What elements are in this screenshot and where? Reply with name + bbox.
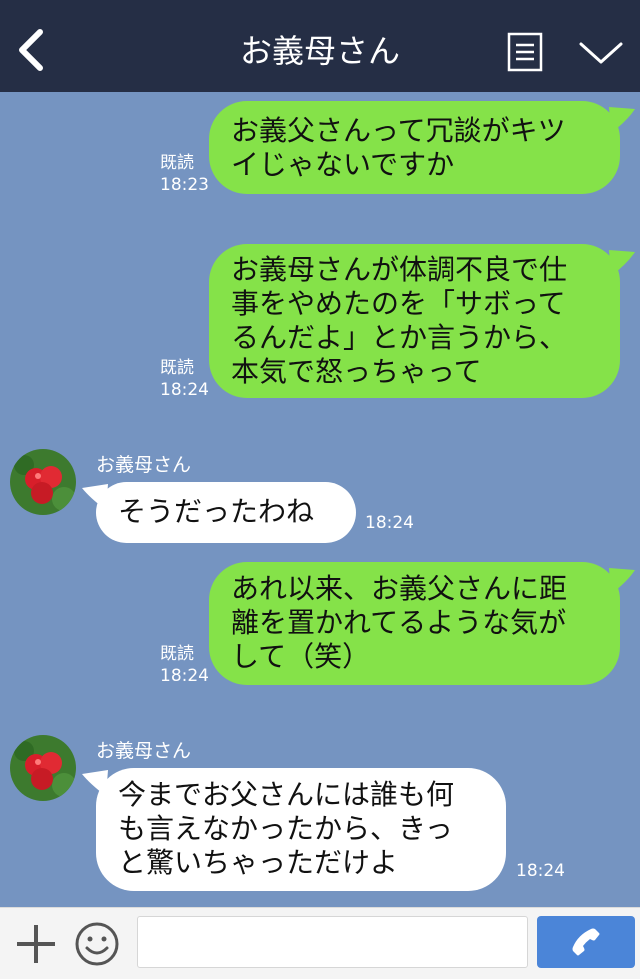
chat-header: お義母さん: [0, 0, 640, 92]
message-bubble[interactable]: お義母さんが体調不良で仕 事をやめたのを「サボって るんだよ」とか言うから、 本…: [209, 244, 620, 398]
plus-icon[interactable]: [14, 922, 58, 966]
avatar[interactable]: [10, 449, 76, 515]
message-time: 18:24: [516, 861, 565, 881]
menu-list-icon[interactable]: [507, 32, 543, 72]
sender-name: お義母さん: [96, 740, 192, 762]
avatar[interactable]: [10, 735, 76, 801]
message-bubble[interactable]: そうだったわね: [96, 482, 356, 543]
message-bubble[interactable]: あれ以来、お義父さんに距 離を置かれてるような気が して（笑）: [209, 562, 620, 685]
chat-title: お義母さん: [239, 32, 400, 70]
bubble-tail: [82, 770, 108, 796]
sender-name: お義母さん: [96, 454, 192, 476]
bubble-tail: [609, 107, 635, 133]
chat-area[interactable]: 既読 18:23 お義父さんって冗談がキツ イじゃないですか 既読 18:24 …: [0, 92, 640, 907]
read-status: 既読 18:24: [160, 644, 209, 686]
message-bubble[interactable]: お義父さんって冗談がキツ イじゃないですか: [209, 101, 620, 194]
bubble-tail: [609, 250, 635, 276]
message-input[interactable]: [137, 916, 528, 968]
bubble-tail: [609, 568, 635, 594]
call-button[interactable]: [537, 916, 635, 968]
chevron-down-icon[interactable]: [578, 38, 624, 68]
message-bubble[interactable]: 今までお父さんには誰も何 も言えなかったから、きっ と驚いちゃっただけよ: [96, 768, 506, 891]
message-time: 18:24: [365, 513, 414, 533]
bubble-tail: [82, 484, 108, 510]
input-bar: [0, 907, 640, 979]
read-status: 既読 18:24: [160, 358, 209, 400]
smile-icon[interactable]: [74, 921, 120, 967]
phone-icon: [572, 928, 600, 956]
read-status: 既読 18:23: [160, 153, 209, 195]
